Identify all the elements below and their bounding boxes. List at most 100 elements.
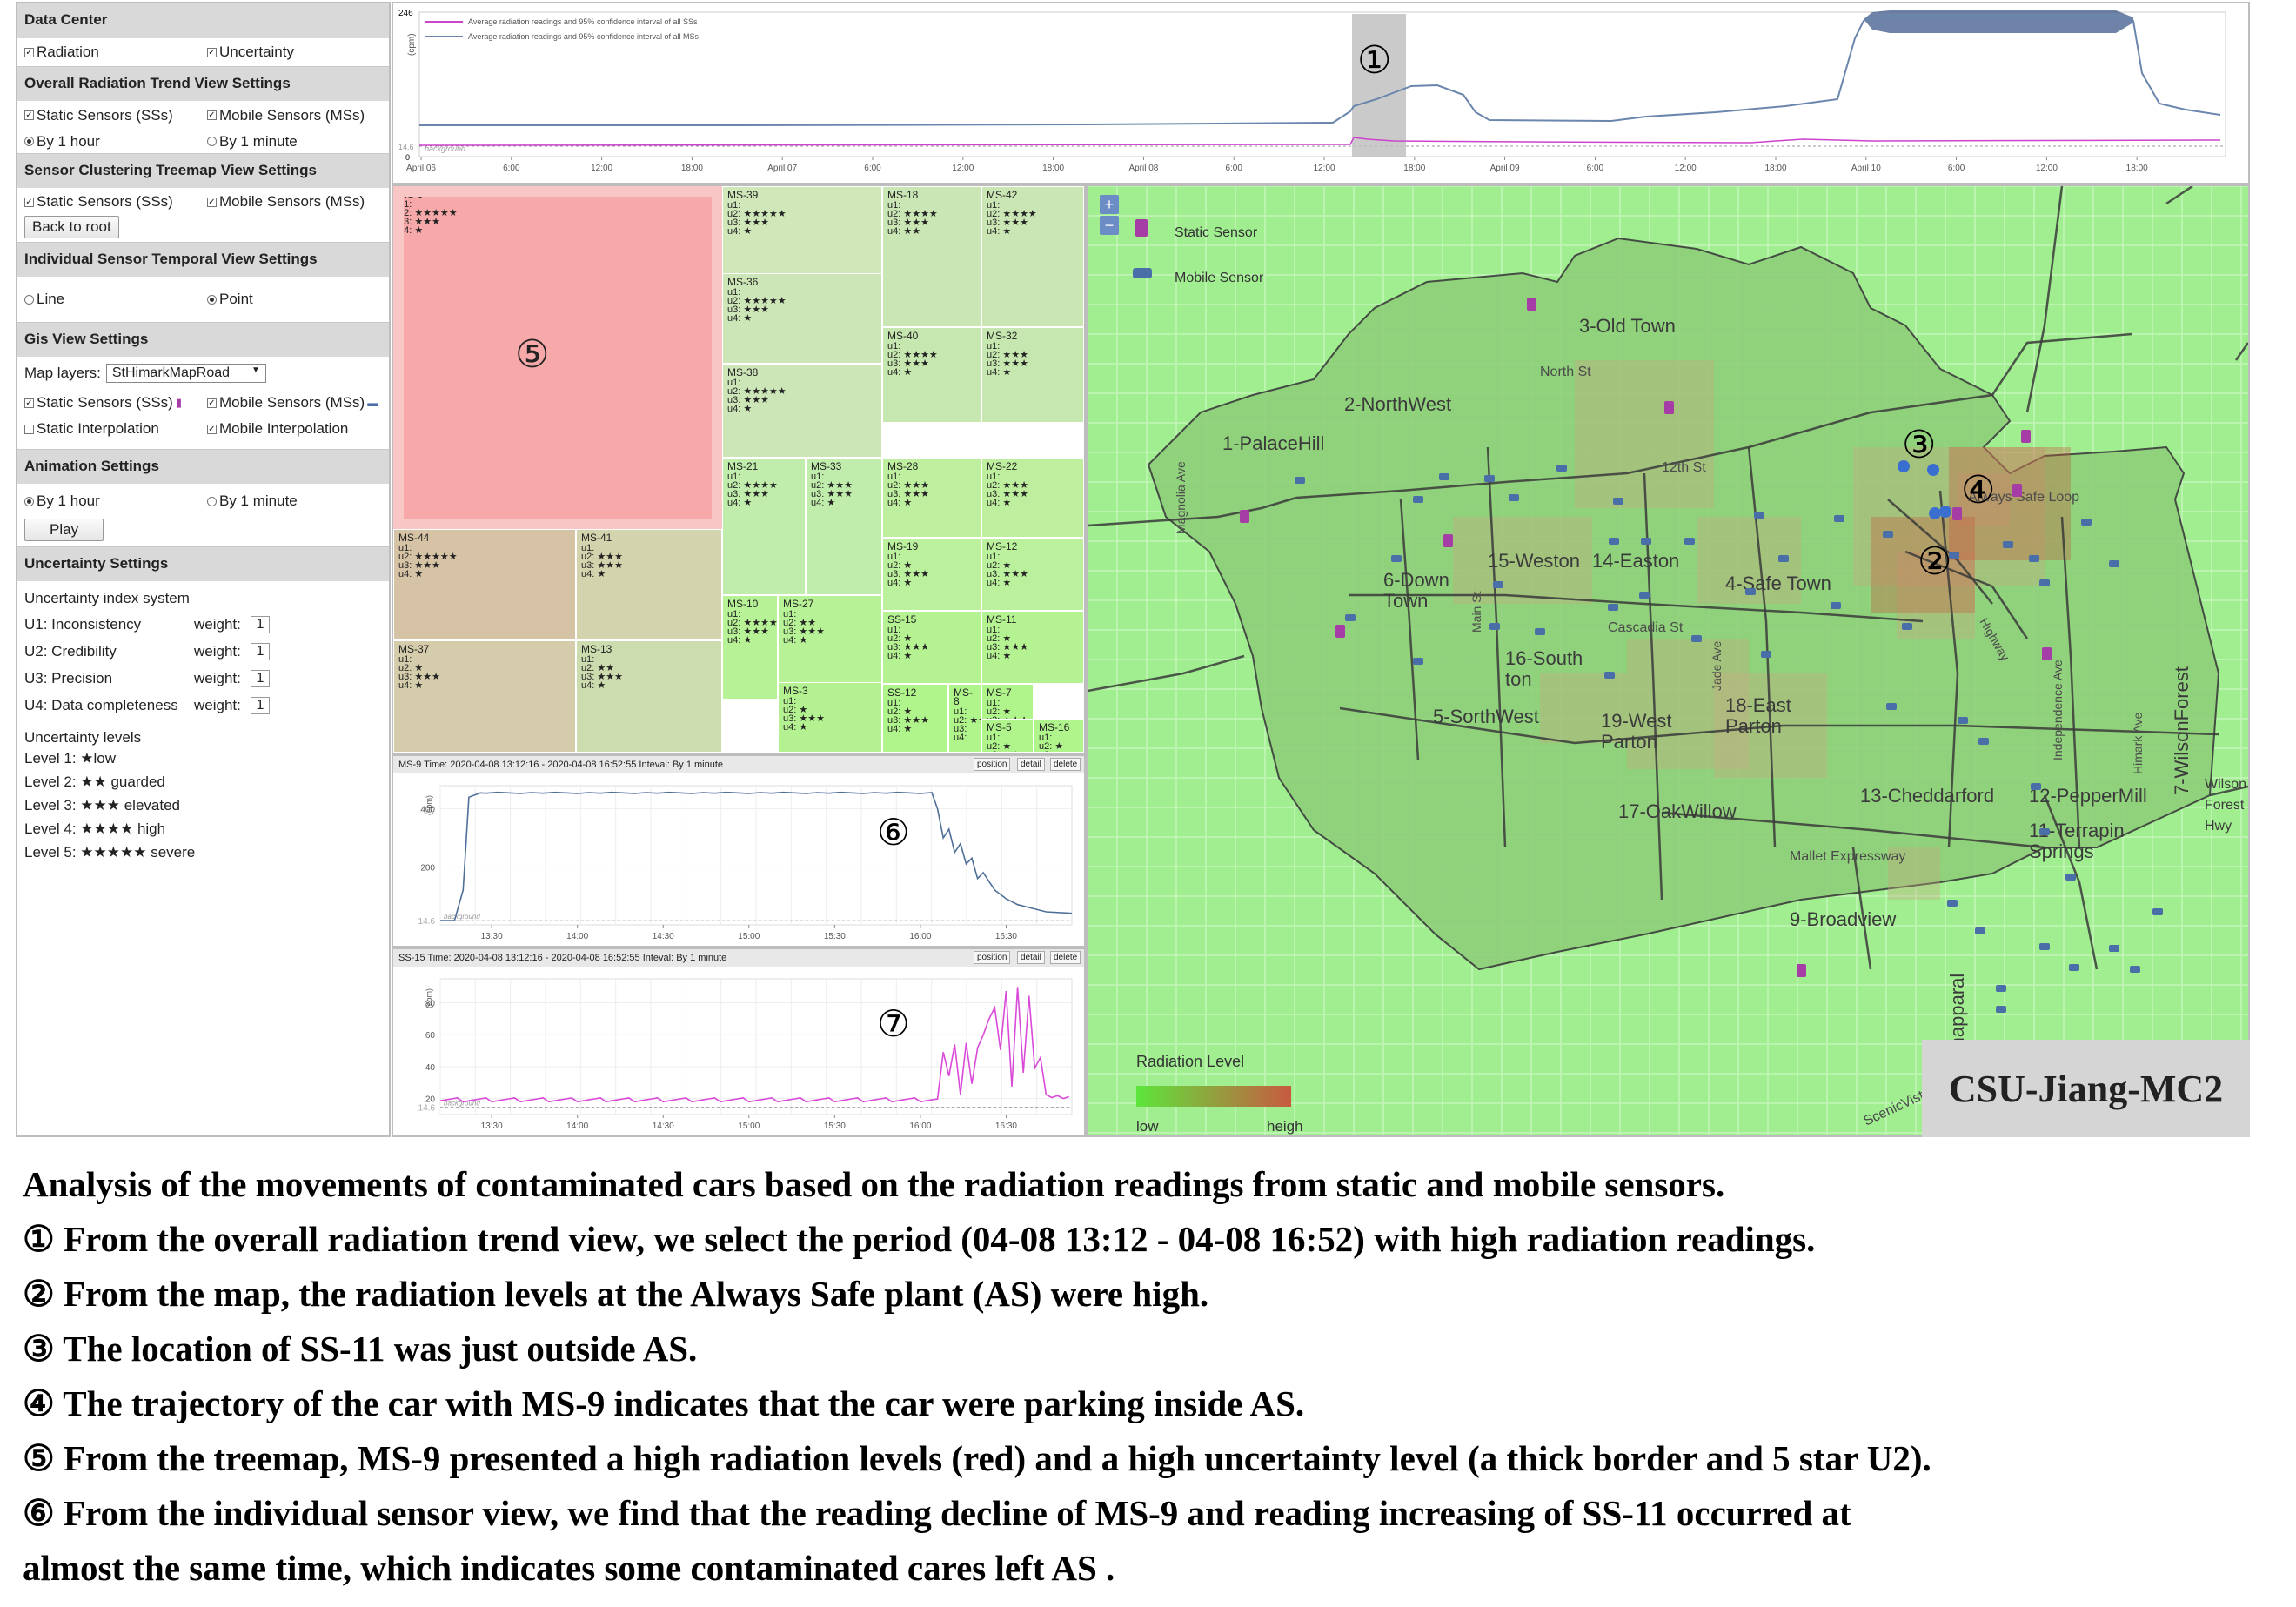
cell-uncertainty-line: u2: ★★★★★ — [398, 208, 458, 218]
treemap-cell[interactable]: MS-13 u1: u2: ★★ u3: ★★★ u4: ★ — [576, 640, 722, 753]
mobile-sensor-icon — [2039, 828, 2050, 835]
x-tick-label: 12:00 — [1313, 164, 1335, 173]
radiation-checkbox[interactable]: ✓ — [24, 47, 34, 57]
marker-3: ③ — [1902, 423, 1936, 467]
gis-mobile-checkbox[interactable]: ✓ — [207, 398, 217, 408]
treemap-cell[interactable]: MS-44 u1: u2: ★★★★★ u3: ★★★ u4: ★ — [393, 529, 576, 640]
detail-button[interactable]: detail — [1017, 951, 1045, 964]
trend-chart[interactable]: 24614.60(cpm)background①Average radiatio… — [393, 3, 2248, 183]
gis-map-view[interactable]: 3-Old Town 2-NorthWest 1-PalaceHill 15-West… — [1086, 184, 2250, 1137]
treemap-cell[interactable]: MS-37 u1: u2: ★ u3: ★★★ u4: ★ — [393, 640, 576, 753]
x-tick-label: 16:00 — [909, 1122, 931, 1131]
trend-mobile-checkbox[interactable]: ✓ — [207, 110, 217, 120]
treemap-cell[interactable]: MS-18 u1: u2: ★★★★ u3: ★★★ u4: ★★ — [882, 186, 981, 327]
x-tick-label: 15:00 — [738, 1122, 760, 1131]
trend-minute-radio[interactable] — [207, 137, 217, 146]
treemap-cell[interactable]: MS-36 u1: u2: ★★★★★ u3: ★★★ u4: ★ — [722, 273, 882, 364]
trend-static-checkbox[interactable]: ✓ — [24, 110, 34, 120]
map-canvas[interactable]: 3-Old Town 2-NorthWest 1-PalaceHill 15-West… — [1088, 186, 2248, 1135]
mobile-sensor-icon — [2039, 943, 2050, 950]
cell-sensor-id: MS-28 — [887, 460, 919, 472]
treemap-cell[interactable]: SS-15 u1: u2: ★ u3: ★★★ u4: ★ — [882, 611, 981, 684]
sensor-treemap[interactable]: MS-9 u1: u2: ★★★★★ u3: ★★★ u4: ★ MS-39 u1: u2: … — [392, 184, 1086, 754]
treemap-cell[interactable]: SS-12 u1: u2: ★ u3: ★★★ u4: ★ — [882, 684, 948, 753]
y-tick-label: 60 — [425, 1031, 436, 1041]
treemap-cell[interactable]: MS-9 u1: u2: ★★★★★ u3: ★★★ u4: ★ — [393, 186, 722, 529]
trend-hour-radio[interactable] — [24, 137, 34, 146]
treemap-cell[interactable]: MS-33 u1: u2: ★★★ u3: ★★★ u4: ★ — [806, 458, 882, 595]
anim-hour-radio[interactable] — [24, 496, 34, 506]
ms9-timeseries-chart[interactable]: (cpm)40020014.6background13:30 14:00 14:30… — [393, 773, 1084, 946]
x-tick-label: April 06 — [406, 164, 436, 173]
cell-sensor-id: MS-8 — [954, 686, 973, 707]
uncertainty-checkbox[interactable]: ✓ — [207, 47, 217, 57]
district-label: 4-Safe Town — [1725, 572, 1831, 594]
weight-input[interactable]: 1 — [251, 669, 270, 687]
x-tick-label: 6:00 — [1948, 164, 1965, 173]
treemap-cell[interactable]: MS-8u1:u2: ★★★u3:u4: — [948, 684, 981, 753]
treemap-cell[interactable]: MS-38 u1: u2: ★★★★★ u3: ★★★ u4: ★ — [722, 364, 882, 458]
treemap-cell[interactable]: MS-3 u1: u2: ★ u3: ★★★ u4: ★ — [778, 682, 882, 753]
overall-trend-view[interactable]: 246 14.6 0 (cpm) background ① Average radiatio… — [392, 2, 2250, 184]
treemap-static-checkbox[interactable]: ✓ — [24, 197, 34, 207]
mobile-interp-checkbox[interactable]: ✓ — [207, 424, 217, 434]
treemap-cell[interactable]: MS-41 u1: u2: ★★★ u3: ★★★ u4: ★ — [576, 529, 722, 640]
weight-input[interactable]: 1 — [251, 642, 270, 660]
street-label: Independence Ave — [2051, 660, 2065, 760]
map-layers-select[interactable]: StHimarkMapRoad ▼ — [105, 364, 266, 383]
district-label: 3-Old Town — [1579, 315, 1676, 337]
cell-uncertainty-line: u4: ★ — [887, 651, 913, 661]
delete-button[interactable]: delete — [1050, 758, 1081, 771]
trajectory-dot — [1939, 506, 1951, 518]
temporal-view-ss15[interactable]: SS-15 Time: 2020-04-08 13:12:16 - 2020-0… — [392, 947, 1086, 1137]
treemap-cell[interactable]: MS-11 u1: u2: ★ u3: ★★★ u4: ★ — [981, 611, 1084, 684]
treemap-cell[interactable]: MS-16u1:u2: ★u3:u4: — [1034, 719, 1084, 753]
treemap-cell[interactable]: MS-32 u1: u2: ★★★ u3: ★★★ u4: ★ — [981, 327, 1084, 423]
x-tick-label: 15:00 — [738, 932, 760, 941]
treemap-cell[interactable]: MS-10 u1: u2: ★★★★ u3: ★★★ u4: ★ — [722, 595, 778, 700]
radiation-label: Radiation — [37, 44, 99, 60]
treemap-cell[interactable]: MS-42 u1: u2: ★★★★ u3: ★★★ u4: ★ — [981, 186, 1084, 327]
treemap-cell[interactable]: MS-12 u1: u2: ★ u3: ★★★ u4: ★ — [981, 538, 1084, 611]
point-radio[interactable] — [207, 294, 217, 305]
x-tick-label: 14:00 — [566, 932, 588, 941]
mobile-sensor-icon — [2109, 560, 2119, 567]
cell-sensor-id: MS-21 — [727, 460, 759, 472]
level-list: Level 1: ★low Level 2: ★★ guarded Level 3:… — [17, 750, 389, 867]
treemap-cell[interactable]: MS-21 u1: u2: ★★★★ u3: ★★★ u4: ★ — [722, 458, 806, 595]
treemap-cell[interactable]: MS-40 u1: u2: ★★★★ u3: ★★★ u4: ★ — [882, 327, 981, 423]
y-min-label: 14.6 — [398, 143, 414, 151]
legend-mobile-label: Mobile Sensor — [1175, 271, 1264, 285]
static-interp-checkbox[interactable] — [24, 424, 34, 434]
treemap-cell[interactable]: MS-5u1:u2: ★u3: ★★u4: ★ — [981, 719, 1034, 753]
cell-sensor-id: MS-5 — [987, 721, 1012, 733]
temporal-header: MS-9 Time: 2020-04-08 13:12:16 - 2020-04… — [393, 756, 1084, 773]
delete-button[interactable]: delete — [1050, 951, 1081, 964]
treemap-cell[interactable]: MS-22 u1: u2: ★★★ u3: ★★★ u4: ★ — [981, 458, 1084, 538]
weight-input[interactable]: 1 — [251, 615, 270, 633]
static-interp-label: Static Interpolation — [37, 420, 159, 437]
treemap-cell[interactable]: MS-19 u1: u2: ★ u3: ★★★ u4: ★ — [882, 538, 981, 611]
detail-button[interactable]: detail — [1017, 758, 1045, 771]
cell-uncertainty-line: u4: ★ — [398, 680, 424, 691]
gis-static-checkbox[interactable]: ✓ — [24, 398, 34, 408]
weight-input[interactable]: 1 — [251, 696, 270, 714]
x-tick-label: 12:00 — [1675, 164, 1697, 173]
radiation-legend-title: Radiation Level — [1136, 1053, 1244, 1070]
back-to-root-button[interactable]: Back to root — [24, 216, 119, 238]
temporal-view-ms9[interactable]: MS-9 Time: 2020-04-08 13:12:16 - 2020-04… — [392, 754, 1086, 947]
district-label: 12-PepperMill — [2029, 785, 2147, 807]
x-tick-label: 14:30 — [653, 932, 674, 941]
district-label: 14-Easton — [1592, 550, 1679, 572]
anim-minute-radio[interactable] — [207, 496, 217, 506]
x-tick-label: April 09 — [1490, 164, 1520, 173]
zoom-in-label: + — [1105, 196, 1115, 213]
treemap-mobile-checkbox[interactable]: ✓ — [207, 197, 217, 207]
mobile-interp-label: Mobile Interpolation — [219, 420, 349, 437]
play-button[interactable]: Play — [24, 519, 104, 541]
position-button[interactable]: position — [974, 951, 1011, 964]
line-radio[interactable] — [24, 294, 34, 305]
position-button[interactable]: position — [974, 758, 1011, 771]
treemap-cell[interactable]: MS-28 u1: u2: ★★★ u3: ★★★ u4: ★ — [882, 458, 981, 538]
ss15-timeseries-chart[interactable]: (cpm)8060402014.6background13:30 14:00 14:… — [393, 967, 1084, 1135]
